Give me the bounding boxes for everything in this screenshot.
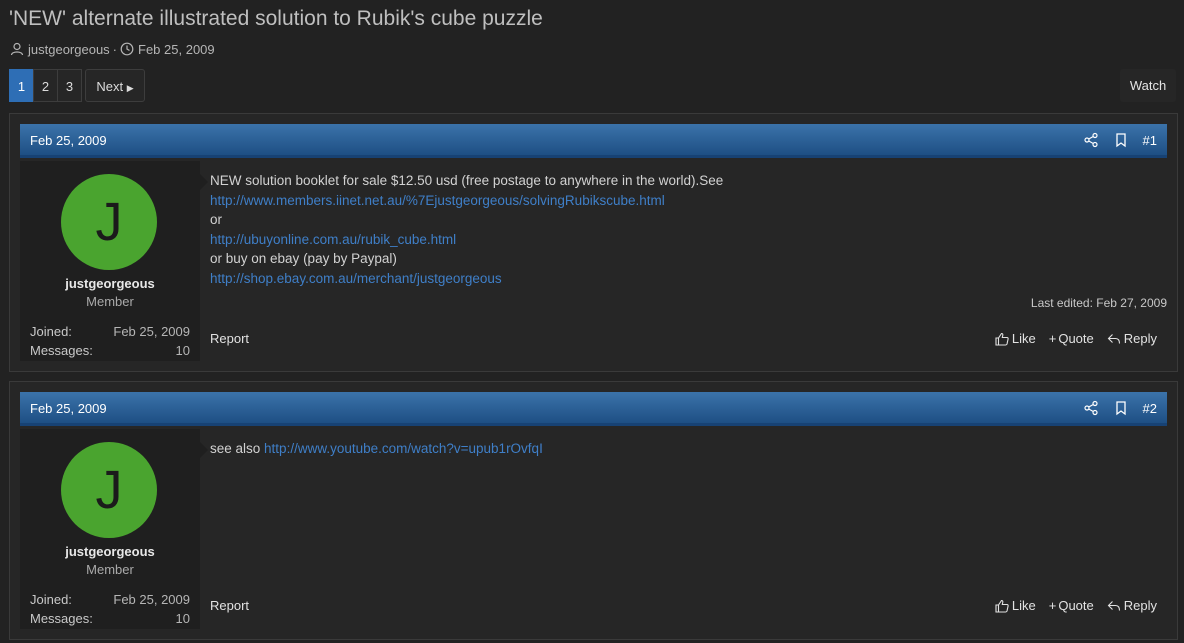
- joined-row: Joined: Feb 25, 2009: [30, 592, 190, 607]
- joined-row: Joined: Feb 25, 2009: [30, 324, 190, 339]
- post-2: Feb 25, 2009 #2 J justgeorgeous Member J…: [9, 381, 1178, 640]
- user-card-arrow: [200, 174, 208, 190]
- reply-label: Reply: [1123, 331, 1157, 346]
- share-icon[interactable]: [1083, 132, 1099, 148]
- post-actions: Like + Quote Reply: [982, 598, 1157, 613]
- next-label: Next: [96, 79, 124, 94]
- quote-label: Quote: [1058, 598, 1094, 613]
- message-line: or: [210, 212, 223, 228]
- joined-label: Joined:: [30, 324, 72, 339]
- message-link[interactable]: http://www.members.iinet.net.au/%7Ejustg…: [210, 193, 665, 208]
- messages-row: Messages: 10: [30, 343, 190, 358]
- message-link[interactable]: http://shop.ebay.com.au/merchant/justgeo…: [210, 271, 502, 286]
- avatar[interactable]: J: [61, 174, 157, 270]
- user-icon: [10, 42, 24, 56]
- like-label: Like: [1011, 598, 1036, 613]
- reply-arrow-icon: [1107, 600, 1120, 611]
- user-card: J justgeorgeous Member Joined: Feb 25, 2…: [20, 429, 200, 629]
- message-content: see also http://www.youtube.com/watch?v=…: [210, 429, 1167, 459]
- user-role: Member: [86, 562, 134, 577]
- pagination: 1 2 3 Next ▶: [9, 69, 145, 102]
- message-text: see also: [210, 441, 265, 456]
- like-button[interactable]: Like: [995, 598, 1036, 613]
- message-line: or buy on ebay (pay by Paypal): [210, 251, 397, 267]
- user-role: Member: [86, 294, 134, 309]
- page-2-button[interactable]: 2: [33, 69, 58, 102]
- quote-label: Quote: [1058, 331, 1094, 346]
- caret-right-icon: ▶: [126, 83, 134, 93]
- like-label: Like: [1011, 331, 1036, 346]
- username-link[interactable]: justgeorgeous: [20, 544, 200, 559]
- reply-button[interactable]: Reply: [1107, 331, 1157, 346]
- plus-icon: +: [1048, 598, 1057, 613]
- page-3-button[interactable]: 3: [57, 69, 82, 102]
- post-date-link[interactable]: Feb 25, 2009: [30, 401, 107, 416]
- post-header: Feb 25, 2009 #2: [20, 392, 1167, 426]
- reply-button[interactable]: Reply: [1107, 598, 1157, 613]
- bookmark-icon[interactable]: [1113, 132, 1129, 148]
- post-number-link[interactable]: #1: [1143, 133, 1157, 148]
- post-date-link[interactable]: Feb 25, 2009: [30, 133, 107, 148]
- thumbs-up-icon: [995, 332, 1009, 346]
- post-header: Feb 25, 2009 #1: [20, 124, 1167, 158]
- report-link[interactable]: Report: [210, 598, 249, 613]
- meta-separator: ·: [112, 41, 118, 57]
- watch-button[interactable]: Watch: [1120, 69, 1176, 102]
- messages-label: Messages:: [30, 611, 93, 626]
- reply-arrow-icon: [1107, 333, 1120, 344]
- page-1-button[interactable]: 1: [9, 69, 34, 102]
- thread-author-link[interactable]: justgeorgeous: [28, 42, 110, 57]
- messages-value: 10: [175, 611, 190, 626]
- post-1: Feb 25, 2009 #1 J justgeorgeous Member J…: [9, 113, 1178, 372]
- post-actions: Like + Quote Reply: [982, 331, 1157, 346]
- plus-icon: +: [1048, 331, 1057, 346]
- joined-value: Feb 25, 2009: [113, 592, 190, 607]
- thread-date[interactable]: Feb 25, 2009: [138, 42, 215, 57]
- post-number-link[interactable]: #2: [1143, 401, 1157, 416]
- messages-label: Messages:: [30, 343, 93, 358]
- share-icon[interactable]: [1083, 400, 1099, 416]
- report-link[interactable]: Report: [210, 331, 249, 346]
- thread-title: 'NEW' alternate illustrated solution to …: [9, 7, 543, 30]
- thread-meta: justgeorgeous · Feb 25, 2009: [10, 41, 215, 57]
- avatar[interactable]: J: [61, 442, 157, 538]
- quote-button[interactable]: + Quote: [1049, 598, 1094, 613]
- bookmark-icon[interactable]: [1113, 400, 1129, 416]
- thumbs-up-icon: [995, 599, 1009, 613]
- post-body: see also http://www.youtube.com/watch?v=…: [210, 429, 1167, 459]
- quote-button[interactable]: + Quote: [1049, 331, 1094, 346]
- reply-label: Reply: [1123, 598, 1157, 613]
- message-content: NEW solution booklet for sale $12.50 usd…: [210, 161, 1167, 289]
- last-edited: Last edited: Feb 27, 2009: [1030, 296, 1167, 310]
- message-link[interactable]: http://ubuyonline.com.au/rubik_cube.html: [210, 232, 456, 247]
- user-card-arrow: [200, 442, 208, 458]
- message-line: NEW solution booklet for sale $12.50 usd…: [210, 173, 724, 188]
- post-body: NEW solution booklet for sale $12.50 usd…: [210, 161, 1167, 310]
- messages-row: Messages: 10: [30, 611, 190, 626]
- messages-value: 10: [175, 343, 190, 358]
- like-button[interactable]: Like: [995, 331, 1036, 346]
- next-page-button[interactable]: Next ▶: [85, 69, 145, 102]
- user-card: J justgeorgeous Member Joined: Feb 25, 2…: [20, 161, 200, 361]
- joined-value: Feb 25, 2009: [113, 324, 190, 339]
- username-link[interactable]: justgeorgeous: [20, 276, 200, 291]
- joined-label: Joined:: [30, 592, 72, 607]
- message-link[interactable]: http://www.youtube.com/watch?v=upub1rOvf…: [264, 441, 543, 456]
- clock-icon: [120, 42, 134, 56]
